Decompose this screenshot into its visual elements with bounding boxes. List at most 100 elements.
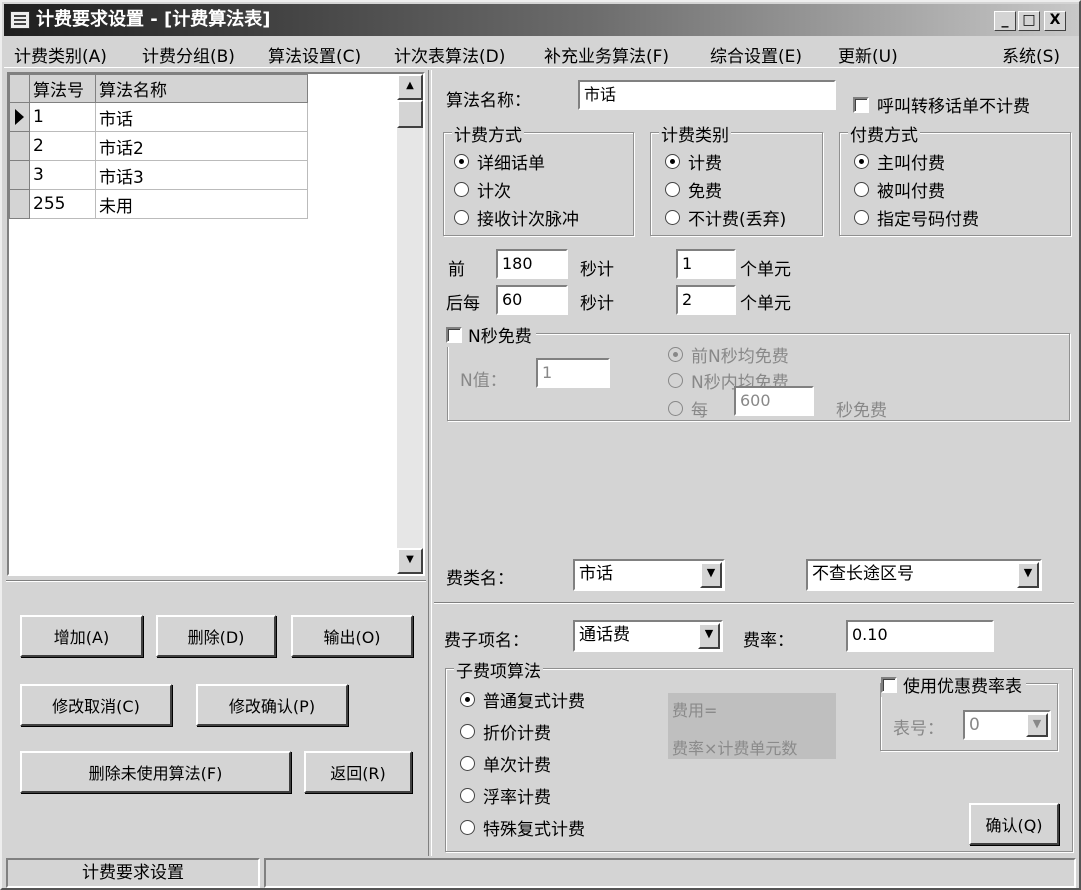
radio-caller-pays[interactable]: 主叫付费 bbox=[854, 149, 945, 174]
radio-every-n-free[interactable]: 每 bbox=[668, 396, 708, 421]
cell-id[interactable]: 2 bbox=[29, 131, 96, 161]
radio-single[interactable]: 单次计费 bbox=[460, 751, 551, 776]
splitter[interactable] bbox=[428, 70, 432, 856]
billing-mode-title: 计费方式 bbox=[452, 121, 524, 146]
cell-id[interactable]: 255 bbox=[29, 189, 96, 219]
menu-update[interactable]: 更新(U) bbox=[838, 42, 898, 67]
back-button[interactable]: 返回(R) bbox=[304, 751, 412, 793]
grid-header-name[interactable]: 算法名称 bbox=[95, 74, 308, 103]
menu-algorithm-settings[interactable]: 算法设置(C) bbox=[268, 42, 361, 67]
formula-line-1: 费用= bbox=[672, 701, 718, 720]
row-selector[interactable] bbox=[9, 102, 30, 132]
grid-table: 算法号 算法名称 1 市话 2 市话2 3 市话3 255 未用 bbox=[9, 74, 308, 219]
table-number-select[interactable]: 0 ▼ bbox=[963, 710, 1051, 740]
radio-discard[interactable]: 不计费(丢弃) bbox=[665, 205, 786, 230]
cell-id[interactable]: 1 bbox=[29, 102, 96, 132]
after-seconds-input[interactable]: 60 bbox=[496, 285, 568, 315]
chevron-down-icon[interactable]: ▼ bbox=[700, 562, 722, 588]
radio-special-compound[interactable]: 特殊复式计费 bbox=[460, 815, 585, 840]
billing-category-title: 计费类别 bbox=[659, 121, 731, 146]
transfer-no-charge-checkbox[interactable]: 呼叫转移话单不计费 bbox=[853, 92, 1030, 117]
minimize-button[interactable]: _ bbox=[994, 11, 1016, 31]
menu-billing-group[interactable]: 计费分组(B) bbox=[142, 42, 235, 67]
current-row-arrow-icon bbox=[15, 109, 24, 125]
long-distance-select[interactable]: 不查长途区号 ▼ bbox=[806, 559, 1042, 591]
every-n-suffix: 秒免费 bbox=[836, 401, 887, 421]
radio-charge[interactable]: 计费 bbox=[665, 149, 722, 174]
grid-header-id[interactable]: 算法号 bbox=[29, 74, 96, 103]
algorithm-name-input[interactable]: 市话 bbox=[578, 80, 836, 110]
delete-button[interactable]: 删除(D) bbox=[156, 615, 276, 657]
cancel-edit-button[interactable]: 修改取消(C) bbox=[20, 684, 172, 726]
checkbox-box[interactable] bbox=[853, 96, 869, 113]
scroll-thumb[interactable] bbox=[397, 100, 423, 128]
cell-name[interactable]: 市话3 bbox=[95, 160, 308, 190]
cell-name[interactable]: 市话 bbox=[95, 102, 308, 132]
n-seconds-free-checkbox[interactable]: N秒免费 bbox=[446, 322, 536, 347]
after-label: 后每 bbox=[446, 294, 480, 314]
table-row[interactable]: 3 市话3 bbox=[9, 160, 308, 190]
table-row[interactable]: 2 市话2 bbox=[9, 131, 308, 161]
divider bbox=[6, 580, 426, 582]
first-seconds-input[interactable]: 180 bbox=[496, 249, 568, 279]
after-units-input[interactable]: 2 bbox=[676, 285, 736, 315]
table-number-label: 表号： bbox=[893, 719, 944, 739]
radio-receive-pulse[interactable]: 接收计次脉冲 bbox=[454, 205, 579, 230]
delete-unused-button[interactable]: 删除未使用算法(F) bbox=[20, 751, 291, 793]
menu-general-settings[interactable]: 综合设置(E) bbox=[710, 42, 802, 67]
scroll-up-button[interactable]: ▲ bbox=[397, 74, 423, 100]
menu-count-table-algorithm[interactable]: 计次表算法(D) bbox=[394, 42, 505, 67]
row-selector[interactable] bbox=[9, 160, 30, 190]
scroll-down-button[interactable]: ▼ bbox=[397, 548, 423, 574]
radio-free[interactable]: 免费 bbox=[665, 177, 722, 202]
radio-specified-number-pays[interactable]: 指定号码付费 bbox=[854, 205, 979, 230]
status-panel bbox=[264, 858, 1076, 888]
row-selector[interactable] bbox=[9, 131, 30, 161]
algorithm-name-label: 算法名称： bbox=[446, 91, 531, 111]
n-value-input[interactable]: 1 bbox=[536, 358, 610, 388]
chevron-down-icon[interactable]: ▼ bbox=[1026, 713, 1048, 737]
algorithm-grid[interactable]: 算法号 算法名称 1 市话 2 市话2 3 市话3 255 未用 ▲ ▼ bbox=[7, 72, 425, 576]
radio-callee-pays[interactable]: 被叫付费 bbox=[854, 177, 945, 202]
vertical-scrollbar[interactable]: ▲ ▼ bbox=[397, 74, 423, 574]
main-window: 计费要求设置 - [计费算法表] _ □ X 计费类别(A) 计费分组(B) 算… bbox=[0, 0, 1081, 890]
n-seconds-free-label: N秒免费 bbox=[468, 327, 532, 347]
close-button[interactable]: X bbox=[1044, 11, 1066, 31]
radio-normal-compound[interactable]: 普通复式计费 bbox=[460, 687, 585, 712]
divider bbox=[434, 602, 1074, 604]
menu-supplementary-algorithm[interactable]: 补充业务算法(F) bbox=[544, 42, 669, 67]
radio-detailed-record[interactable]: 详细话单 bbox=[454, 149, 545, 174]
row-selector[interactable] bbox=[9, 189, 30, 219]
maximize-button[interactable]: □ bbox=[1018, 11, 1040, 31]
app-icon bbox=[10, 11, 30, 29]
export-button[interactable]: 输出(O) bbox=[291, 615, 413, 657]
confirm-button[interactable]: 确认(Q) bbox=[969, 803, 1059, 845]
cell-id[interactable]: 3 bbox=[29, 160, 96, 190]
radio-first-n-free[interactable]: 前N秒均免费 bbox=[668, 342, 789, 367]
chevron-down-icon[interactable]: ▼ bbox=[1017, 562, 1039, 588]
sub-item-select[interactable]: 通话费 ▼ bbox=[573, 620, 723, 652]
fee-class-select[interactable]: 市话 ▼ bbox=[573, 559, 725, 591]
window-title: 计费要求设置 - [计费算法表] bbox=[36, 9, 271, 30]
use-discount-checkbox[interactable]: 使用优惠费率表 bbox=[881, 672, 1026, 697]
first-seconds-unit: 秒计 bbox=[580, 260, 614, 280]
arrow-down-icon: ▼ bbox=[406, 554, 414, 565]
sub-item-label: 费子项名： bbox=[444, 631, 529, 651]
menu-system[interactable]: 系统(S) bbox=[1002, 42, 1060, 67]
rate-input[interactable]: 0.10 bbox=[846, 620, 994, 652]
every-n-seconds-input[interactable]: 600 bbox=[734, 386, 814, 416]
radio-floating-rate[interactable]: 浮率计费 bbox=[460, 783, 551, 808]
chevron-down-icon[interactable]: ▼ bbox=[698, 623, 720, 649]
confirm-edit-button[interactable]: 修改确认(P) bbox=[196, 684, 348, 726]
cell-name[interactable]: 未用 bbox=[95, 189, 308, 219]
cell-name[interactable]: 市话2 bbox=[95, 131, 308, 161]
first-units-input[interactable]: 1 bbox=[676, 249, 736, 279]
table-row[interactable]: 1 市话 bbox=[9, 102, 308, 132]
table-row[interactable]: 255 未用 bbox=[9, 189, 308, 219]
fee-class-label: 费类名： bbox=[446, 569, 514, 589]
add-button[interactable]: 增加(A) bbox=[20, 615, 143, 657]
radio-count[interactable]: 计次 bbox=[454, 177, 511, 202]
radio-discount[interactable]: 折价计费 bbox=[460, 719, 551, 744]
menu-bar: 计费类别(A) 计费分组(B) 算法设置(C) 计次表算法(D) 补充业务算法(… bbox=[4, 38, 1079, 68]
menu-billing-category[interactable]: 计费类别(A) bbox=[14, 42, 107, 67]
